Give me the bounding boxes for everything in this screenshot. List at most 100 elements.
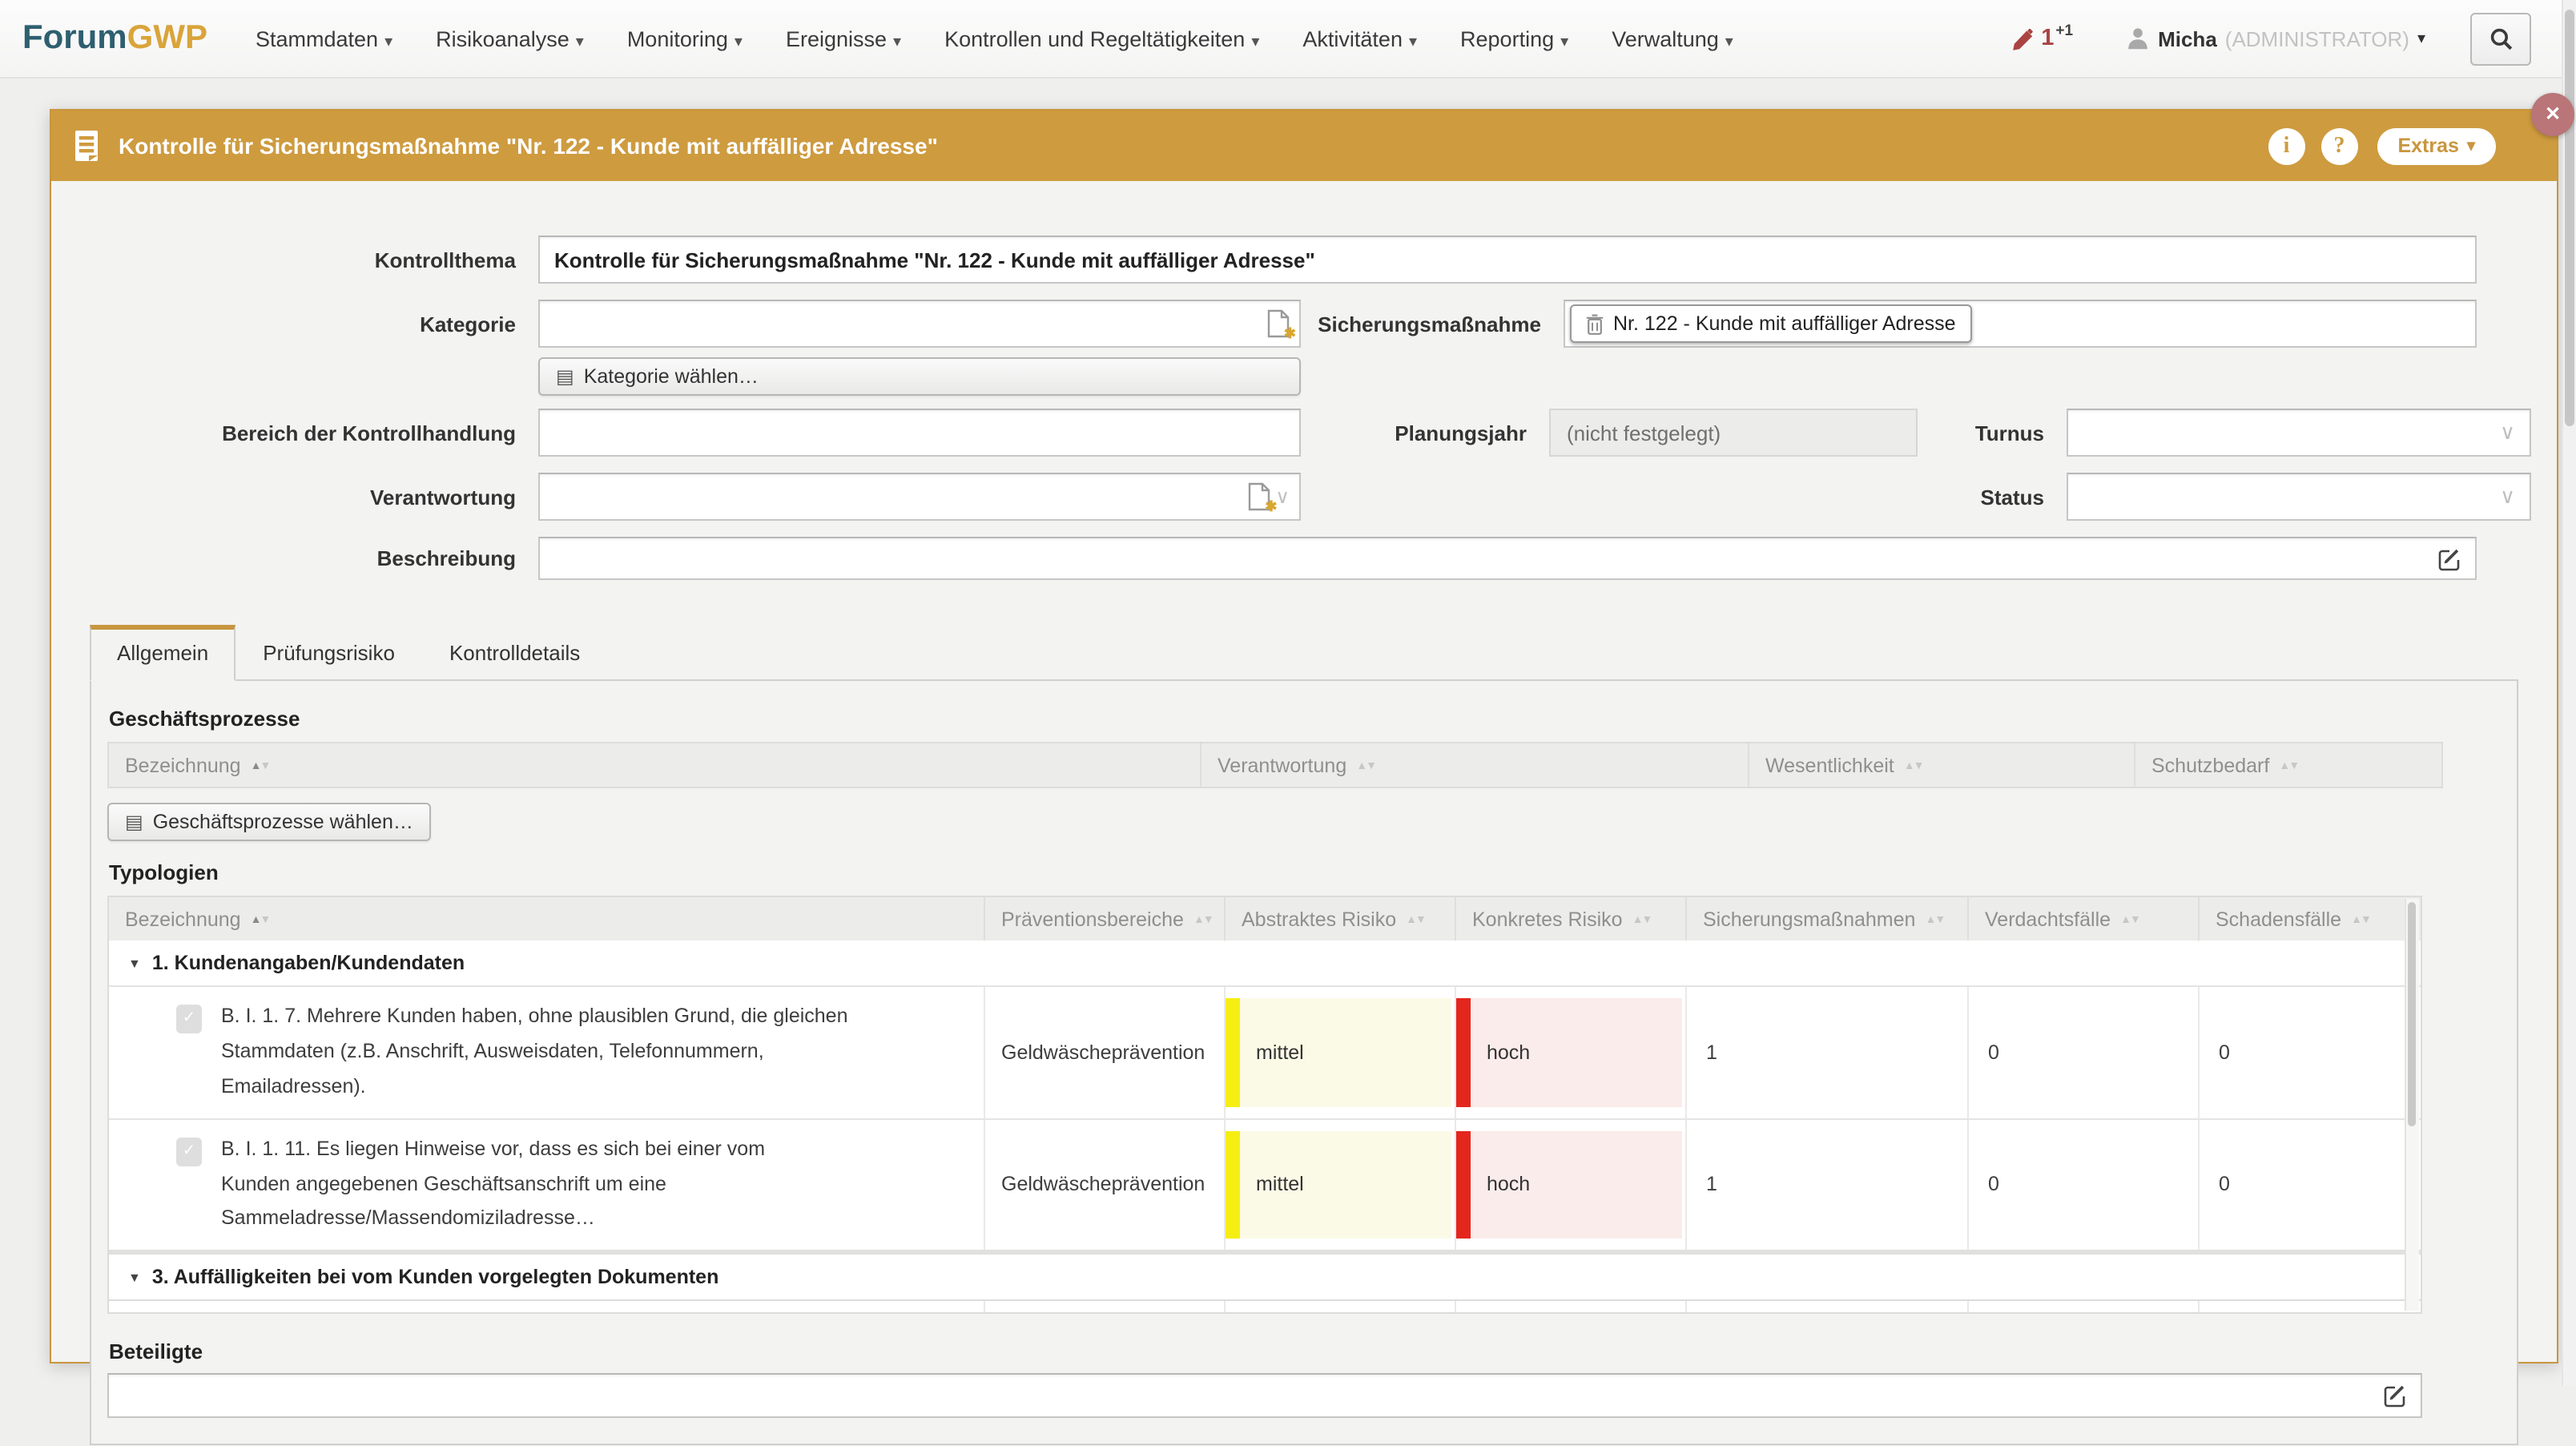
sicherungsmassnahme-chip[interactable]: Nr. 122 - Kunde mit auffälliger Adresse xyxy=(1570,304,1972,343)
column-abstraktes-risiko[interactable]: Abstraktes Risiko▲▼ xyxy=(1224,897,1455,941)
new-document-icon[interactable]: ✱ xyxy=(1267,309,1290,338)
caret-down-icon: ▾ xyxy=(1409,33,1417,50)
kategorie-input[interactable]: ✱ xyxy=(538,300,1301,348)
pencil-icon xyxy=(2010,29,2035,53)
column-verantwortung[interactable]: Verantwortung▲▼ xyxy=(1200,743,1748,787)
table-scrollbar-thumb[interactable] xyxy=(2408,902,2416,1126)
menu-monitoring[interactable]: Monitoring▾ xyxy=(627,26,743,50)
planungsjahr-value: (nicht festgelegt) xyxy=(1549,409,1918,457)
status-label: Status xyxy=(1918,473,2067,510)
menu-kontrollen[interactable]: Kontrollen und Regeltätigkeiten▾ xyxy=(944,26,1259,50)
column-bezeichnung[interactable]: Bezeichnung▲▼ xyxy=(109,743,1200,787)
column-konkretes-risiko[interactable]: Konkretes Risiko▲▼ xyxy=(1455,897,1685,941)
konkretes-risiko-cell: hoch xyxy=(1455,987,1685,1118)
logo-gwp: GWP xyxy=(127,19,207,56)
sort-icons: ▲▼ xyxy=(2351,908,2370,931)
menu-aktivitaeten[interactable]: Aktivitäten▾ xyxy=(1302,26,1417,50)
beteiligte-input[interactable] xyxy=(107,1374,2422,1419)
sort-icons: ▲▼ xyxy=(251,755,270,777)
planungsjahr-label: Planungsjahr xyxy=(1301,409,1549,445)
page: ForumGWP Stammdaten▾ Risikoanalyse▾ Moni… xyxy=(0,0,2576,1386)
beschreibung-input[interactable] xyxy=(538,537,2477,580)
typologien-group-row[interactable]: ▼1. Kundenangaben/Kundendaten xyxy=(109,941,2421,985)
top-navbar: ForumGWP Stammdaten▾ Risikoanalyse▾ Moni… xyxy=(0,0,2576,79)
caret-down-icon: ▾ xyxy=(735,33,743,50)
caret-down-icon: ▾ xyxy=(2467,137,2475,155)
kategorie-waehlen-button[interactable]: ▤Kategorie wählen… xyxy=(538,357,1301,396)
tab-panel-allgemein: Geschäftsprozesse Bezeichnung▲▼ Verantwo… xyxy=(90,679,2518,1446)
column-sicherungsmassnahmen[interactable]: Sicherungsmaßnahmen▲▼ xyxy=(1685,897,1967,941)
user-role: (ADMINISTRATOR) xyxy=(2225,26,2409,50)
caret-down-icon: ▾ xyxy=(893,33,901,50)
info-icon[interactable]: i xyxy=(2268,127,2304,164)
risk-color-bar xyxy=(1226,998,1240,1106)
trash-icon xyxy=(1586,313,1604,334)
sort-icons: ▲▼ xyxy=(2279,755,2298,777)
table-row[interactable]: ✓ B. I. 1. 11. Es liegen Hinweise vor, d… xyxy=(109,1118,2421,1250)
geschaeftsprozesse-table: Bezeichnung▲▼ Verantwortung▲▼ Wesentlich… xyxy=(107,742,2443,788)
column-wesentlichkeit[interactable]: Wesentlichkeit▲▼ xyxy=(1748,743,2134,787)
kontrollthema-input[interactable] xyxy=(538,236,2477,284)
dialog-header: Kontrolle für Sicherungsmaßnahme "Nr. 12… xyxy=(51,111,2557,181)
risk-color-bar xyxy=(1456,1130,1471,1239)
column-bezeichnung[interactable]: Bezeichnung▲▼ xyxy=(109,897,984,941)
sicherungsmassnahme-label: Sicherungsmaßnahme xyxy=(1301,300,1564,336)
checklist-icon: ✓ xyxy=(176,1005,202,1033)
sicherungsmassnahmen-cell: 1 xyxy=(1685,987,1967,1118)
abstraktes-risiko-cell: mittel xyxy=(1224,987,1455,1118)
page-scrollbar[interactable] xyxy=(2562,0,2576,1386)
navbar-right: 1 +1 Micha (ADMINISTRATOR) ▾ xyxy=(2010,12,2554,65)
user-menu[interactable]: Micha (ADMINISTRATOR) ▾ xyxy=(2127,26,2425,50)
close-icon[interactable]: ✕ xyxy=(2531,93,2574,136)
geschaeftsprozesse-waehlen-button[interactable]: ▤Geschäftsprozesse wählen… xyxy=(107,803,431,841)
tab-pruefungsrisiko[interactable]: Prüfungsrisiko xyxy=(235,625,422,681)
list-icon: ▤ xyxy=(556,365,574,388)
praeventionsbereich-cell: Geldwäscheprävention xyxy=(984,987,1224,1118)
table-scrollbar[interactable] xyxy=(2405,899,2419,1311)
menu-verwaltung[interactable]: Verwaltung▾ xyxy=(1612,26,1733,50)
asterisk-icon: ✱ xyxy=(1284,325,1296,343)
column-schadensfaelle[interactable]: Schadensfälle▲▼ xyxy=(2198,897,2424,941)
extras-button[interactable]: Extras▾ xyxy=(2377,127,2496,164)
tab-kontrolldetails[interactable]: Kontrolldetails xyxy=(422,625,607,681)
sort-icons: ▲▼ xyxy=(1925,908,1944,931)
page-scrollbar-thumb[interactable] xyxy=(2565,10,2574,426)
beteiligte-label: Beteiligte xyxy=(109,1340,2501,1364)
edit-icon[interactable] xyxy=(2384,1384,2408,1408)
search-button[interactable] xyxy=(2470,12,2531,65)
list-icon: ▤ xyxy=(125,811,143,833)
status-select[interactable]: ∨ xyxy=(2067,473,2531,521)
column-verdachtsfaelle[interactable]: Verdachtsfälle▲▼ xyxy=(1967,897,2198,941)
verantwortung-input[interactable]: ✱ ∨ xyxy=(538,473,1301,521)
new-document-icon[interactable]: ✱ xyxy=(1248,482,1270,511)
menu-risikoanalyse[interactable]: Risikoanalyse▾ xyxy=(436,26,584,50)
menu-reporting[interactable]: Reporting▾ xyxy=(1460,26,1568,50)
sort-icons: ▲▼ xyxy=(1632,908,1652,931)
help-icon[interactable]: ? xyxy=(2320,127,2357,164)
sort-icons: ▲▼ xyxy=(1406,908,1425,931)
sort-icons: ▲▼ xyxy=(1356,755,1375,777)
sicherungsmassnahme-input[interactable]: Nr. 122 - Kunde mit auffälliger Adresse xyxy=(1564,300,2477,348)
edit-icon[interactable] xyxy=(2438,546,2462,570)
typologien-group-row[interactable]: ▼3. Auffälligkeiten bei vom Kunden vorge… xyxy=(109,1251,2421,1300)
kategorie-label: Kategorie xyxy=(90,300,538,336)
geschaeftsprozesse-heading: Geschäftsprozesse xyxy=(109,707,2501,731)
column-praeventionsbereiche[interactable]: Präventionsbereiche▲▼ xyxy=(984,897,1224,941)
caret-down-icon: ▾ xyxy=(1560,33,1568,50)
column-schutzbedarf[interactable]: Schutzbedarf▲▼ xyxy=(2134,743,2445,787)
asterisk-icon: ✱ xyxy=(1265,498,1277,516)
chevron-down-icon[interactable]: ∨ xyxy=(1275,485,1290,508)
person-icon xyxy=(2127,27,2148,50)
user-name: Micha xyxy=(2158,26,2217,50)
menu-ereignisse[interactable]: Ereignisse▾ xyxy=(786,26,901,50)
caret-down-icon: ▾ xyxy=(2417,30,2425,47)
open-edits-badge[interactable]: 1 +1 xyxy=(2010,24,2073,53)
menu-stammdaten[interactable]: Stammdaten▾ xyxy=(256,26,392,50)
schadensfaelle-cell: 0 xyxy=(2198,987,2424,1118)
tab-allgemein[interactable]: Allgemein xyxy=(90,625,235,681)
turnus-label: Turnus xyxy=(1918,409,2067,445)
app-logo[interactable]: ForumGWP xyxy=(22,19,207,58)
turnus-select[interactable]: ∨ xyxy=(2067,409,2531,457)
table-row[interactable]: ✓ B. I. 1. 7. Mehrere Kunden haben, ohne… xyxy=(109,985,2421,1118)
bereich-input[interactable] xyxy=(538,409,1301,457)
